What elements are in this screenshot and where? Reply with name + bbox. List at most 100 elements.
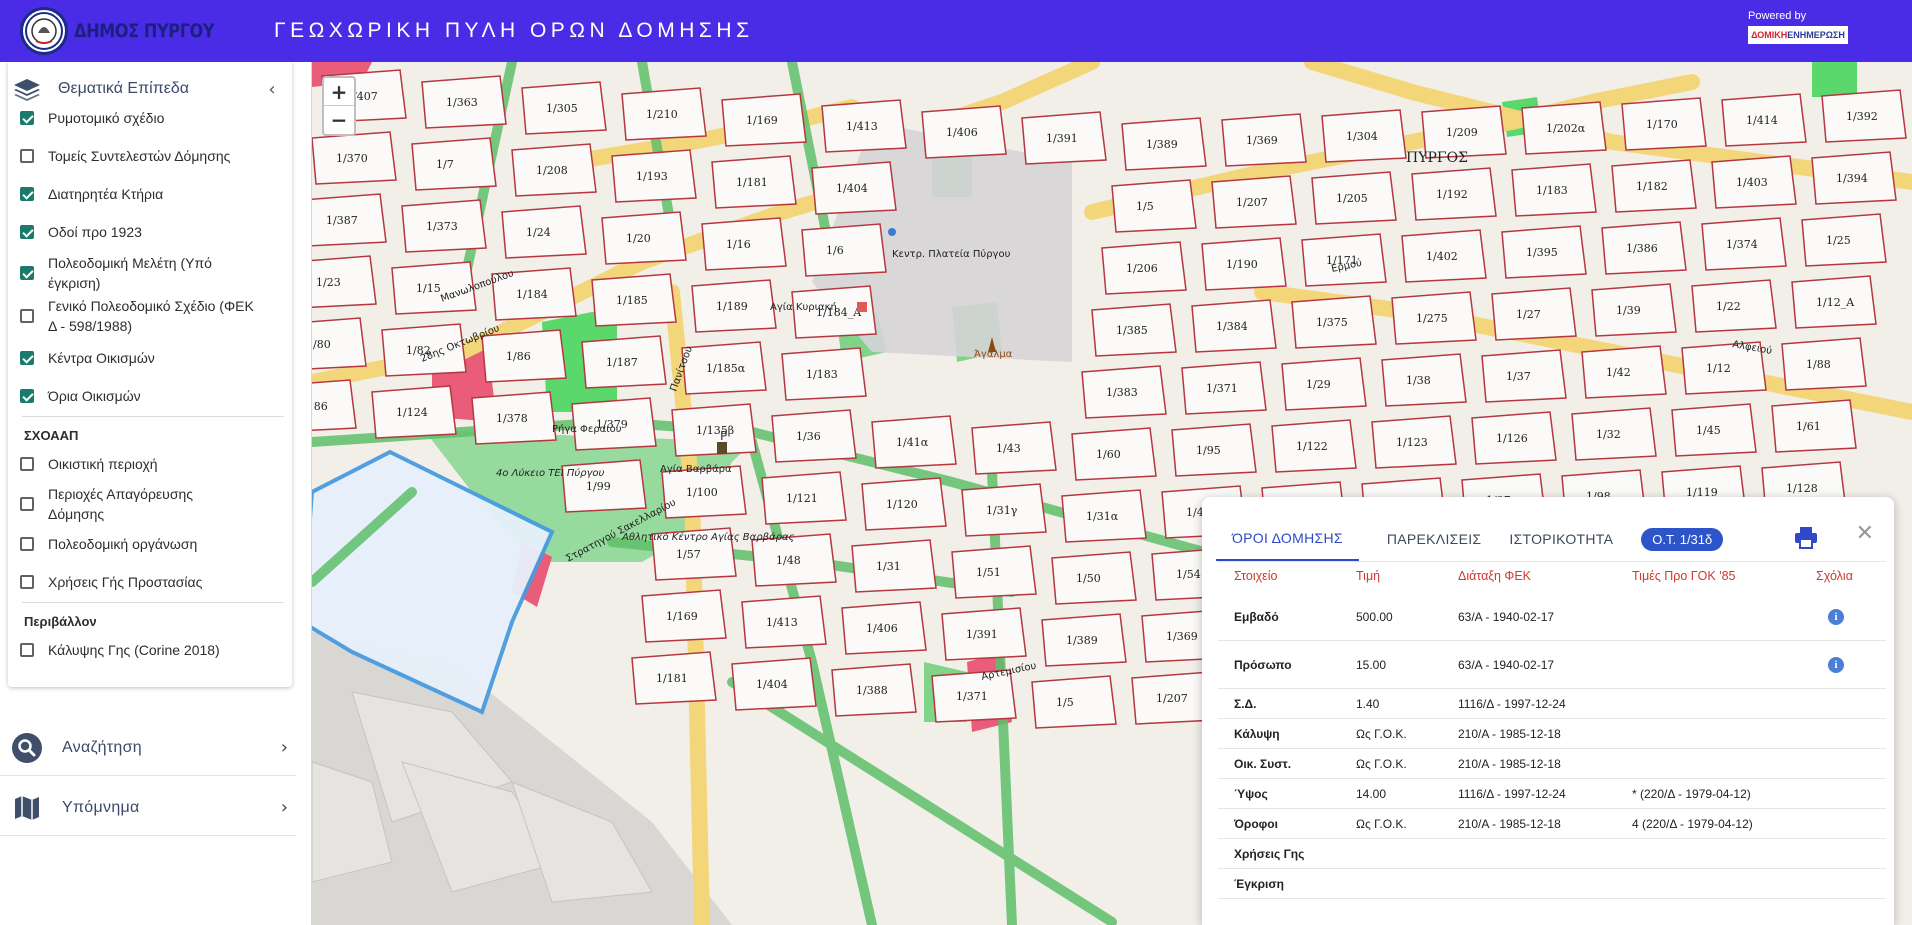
block-id-badge[interactable]: Ο.Τ. 1/31δ: [1641, 527, 1724, 551]
block-label: 1/208: [536, 164, 568, 177]
block-label: 1/5: [1056, 696, 1074, 709]
block-label: 1/391: [1046, 132, 1078, 145]
block-label: 1/388: [856, 684, 888, 697]
zoom-out-button[interactable]: −: [324, 106, 354, 134]
info-icon[interactable]: i: [1828, 609, 1844, 625]
layer-item[interactable]: Πολεοδομική Μελέτη (Υπό έγκριση): [20, 253, 280, 293]
block-label: 1/210: [646, 108, 678, 121]
block-label: 1/193: [636, 170, 668, 183]
search-nav[interactable]: Αναζήτηση ›: [0, 720, 296, 776]
church-icon[interactable]: [717, 442, 727, 454]
block-label: 1/12: [1706, 362, 1731, 375]
block-label: 1/39: [1616, 304, 1641, 317]
layers-list[interactable]: Ρυμοτομικό σχέδιο Τομείς Συντελεστών Δόμ…: [8, 110, 292, 680]
block-label: 1/371: [1206, 382, 1238, 395]
church-icon[interactable]: [857, 302, 867, 312]
cell-item: Κάλυψη: [1234, 727, 1280, 741]
checkbox[interactable]: [20, 187, 34, 201]
legend-nav[interactable]: Υπόμνημα ›: [0, 780, 296, 836]
block-label: 1/135β: [696, 424, 734, 437]
block-label: 1/120: [886, 498, 918, 511]
layer-item[interactable]: Οδοί προ 1923: [20, 222, 280, 242]
layer-item[interactable]: Διατηρητέα Κτήρια: [20, 184, 280, 204]
block-label: 1/123: [1396, 436, 1428, 449]
table-row: Όροφοι Ως Γ.Ο.Κ. 210/Α - 1985-12-18 4 (220/…: [1218, 809, 1886, 839]
col-comments: Σχόλια: [1816, 569, 1853, 583]
block-label: 1/99: [586, 480, 611, 493]
city-block[interactable]: [1031, 675, 1117, 729]
layer-item[interactable]: Περιοχές Απαγόρευσης Δόμησης: [20, 484, 280, 524]
checkbox[interactable]: [20, 111, 34, 125]
cell-value: 15.00: [1356, 658, 1387, 672]
app-header: ΔΗΜΟΣ ΠΥΡΓΟΥ ΓΕΩΧΩΡΙΚΗ ΠΥΛΗ ΟΡΩΝ ΔΟΜΗΣΗΣ…: [0, 0, 1912, 62]
checkbox[interactable]: [20, 497, 34, 511]
block-label: 1/88: [1806, 358, 1831, 371]
layer-label: Όρια Οικισμών: [48, 388, 141, 404]
layer-label: Τομείς Συντελεστών Δόμησης: [48, 148, 231, 164]
thematic-layers-header[interactable]: Θεματικά Επίπεδα ‹: [8, 62, 292, 116]
layer-item[interactable]: Οικιστική περιοχή: [20, 454, 280, 474]
checkbox[interactable]: [20, 225, 34, 239]
block-label: 1/31γ: [986, 504, 1018, 517]
block-label: 1/54: [1176, 568, 1201, 581]
layer-label: Κέντρα Οικισμών: [48, 350, 155, 366]
layer-item[interactable]: Κέντρα Οικισμών: [20, 348, 280, 368]
print-icon[interactable]: [1794, 527, 1818, 549]
city-block[interactable]: [411, 137, 497, 191]
tab-exceptions[interactable]: ΠΑΡΕΚΛΙΣΕΙΣ: [1387, 517, 1482, 561]
block-label: 1/41α: [896, 436, 929, 449]
checkbox[interactable]: [20, 266, 34, 280]
block-label: 1/389: [1066, 634, 1098, 647]
layer-item[interactable]: Χρήσεις Γής Προστασίας: [20, 572, 280, 592]
checkbox[interactable]: [20, 457, 34, 471]
block-label: 1/406: [866, 622, 898, 635]
city-block[interactable]: [1111, 179, 1197, 233]
layer-item[interactable]: Πολεοδομική οργάνωση: [20, 534, 280, 554]
tab-building-terms[interactable]: ΌΡΟΙ ΔΟΜΗΣΗΣ: [1216, 517, 1359, 561]
block-label: 1/187: [606, 356, 638, 369]
tab-history[interactable]: ΙΣΤΟΡΙΚΟΤΗΤΑ: [1509, 517, 1613, 561]
thematic-layers-panel: Θεματικά Επίπεδα ‹ Ρυμοτομικό σχέδιο Τομ…: [8, 62, 292, 687]
block-label: 1/395: [1526, 246, 1558, 259]
checkbox[interactable]: [20, 575, 34, 589]
municipality-logo[interactable]: ΔΗΜΟΣ ΠΥΡΓΟΥ: [20, 7, 250, 55]
checkbox[interactable]: [20, 351, 34, 365]
layer-item[interactable]: Ρυμοτομικό σχέδιο: [20, 110, 280, 128]
block-label: 1/48: [776, 554, 801, 567]
block-label: 1/5: [1136, 200, 1154, 213]
thematic-layers-title: Θεματικά Επίπεδα: [58, 80, 190, 97]
parking-icon[interactable]: P: [720, 429, 727, 443]
layer-item[interactable]: Γενικό Πολεοδομικό Σχέδιο (ΦΕΚ Δ - 598/1…: [20, 296, 280, 336]
block-label: 1/185: [616, 294, 648, 307]
checkbox[interactable]: [20, 389, 34, 403]
block-label: 1/205: [1336, 192, 1368, 205]
cell-item: Έγκριση: [1234, 877, 1284, 891]
checkbox[interactable]: [20, 537, 34, 551]
divider: [22, 602, 284, 603]
block-label: 1/45: [1696, 424, 1721, 437]
chevron-left-icon[interactable]: ‹: [260, 77, 284, 101]
powered-by-logo[interactable]: ΔΟΜΙΚΗ ΕΝΗΜΕΡΩΣΗ: [1748, 26, 1848, 44]
cell-item: Όροφοι: [1234, 817, 1278, 831]
checkbox[interactable]: [20, 643, 34, 657]
block-label: 1/32: [1596, 428, 1621, 441]
layer-item[interactable]: Όρια Οικισμών: [20, 386, 280, 406]
block-label: 1/413: [766, 616, 798, 629]
terms-table-header: Στοιχείο Τιμή Διάταξη ΦΕΚ Τιμές Προ ΓΟΚ …: [1218, 569, 1886, 593]
block-label: 1/202α: [1546, 122, 1586, 135]
zoom-in-button[interactable]: +: [324, 78, 354, 106]
checkbox[interactable]: [20, 309, 34, 323]
layer-label: Περιοχές Απαγόρευσης Δόμησης: [48, 486, 194, 522]
cell-pre: 4 (220/Δ - 1979-04-12): [1632, 817, 1753, 831]
search-label: Αναζήτηση: [62, 738, 142, 756]
checkbox[interactable]: [20, 149, 34, 163]
block-label: 1/304: [1346, 130, 1378, 143]
city-block[interactable]: [801, 223, 887, 277]
close-icon[interactable]: ✕: [1856, 521, 1874, 546]
layer-item[interactable]: Κάλυψης Γης (Corine 2018): [20, 640, 280, 660]
fountain-icon[interactable]: [888, 228, 896, 236]
info-icon[interactable]: i: [1828, 657, 1844, 673]
layer-item[interactable]: Τομείς Συντελεστών Δόμησης: [20, 146, 280, 166]
block-label: 1/7: [436, 158, 454, 171]
panel-tabs: ΌΡΟΙ ΔΟΜΗΣΗΣ ΠΑΡΕΚΛΙΣΕΙΣ ΙΣΤΟΡΙΚΟΤΗΤΑ Ο.…: [1216, 517, 1724, 561]
